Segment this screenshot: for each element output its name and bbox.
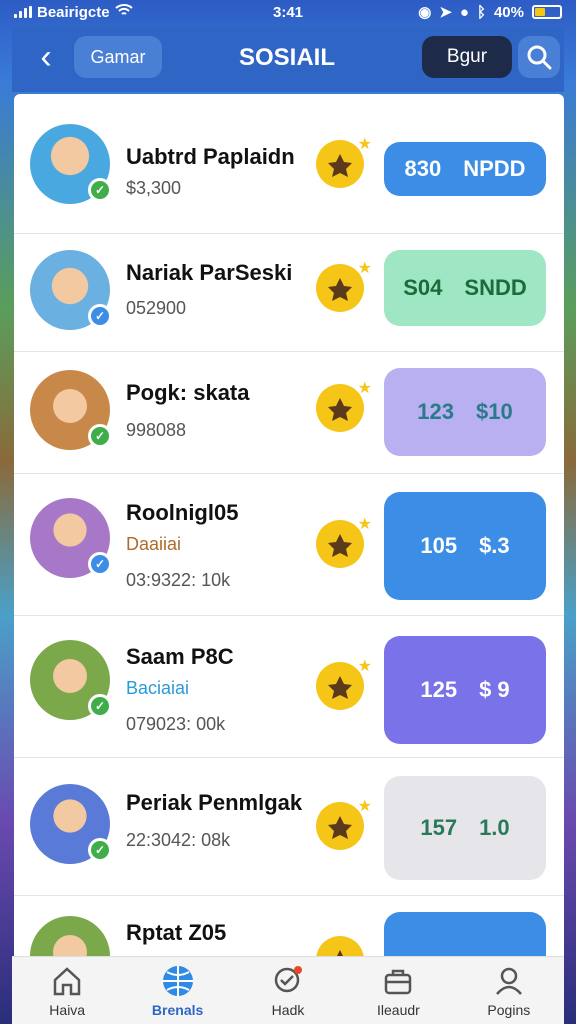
status-bar: Beairigcte 3:41 ◉ ➤ ● ᛒ 40% bbox=[0, 0, 576, 24]
player-tag: Daaiiai bbox=[126, 534, 182, 554]
action-button[interactable]: 105 $.3 bbox=[384, 492, 546, 600]
player-stat: 998088 bbox=[126, 420, 187, 440]
list-item[interactable]: Rptat Z05 bbox=[14, 896, 564, 964]
avatar[interactable]: ✓ bbox=[30, 640, 112, 720]
tab-label: Ileaudr bbox=[377, 1001, 420, 1018]
player-tag: Baciaiai bbox=[126, 678, 190, 698]
action-label: SNDD bbox=[464, 275, 527, 300]
battery-label: 40% bbox=[493, 3, 524, 21]
action-value: 125 bbox=[420, 677, 458, 702]
player-name: Roolnigl05 bbox=[126, 500, 239, 525]
page-title: SOSIAIL bbox=[238, 44, 335, 71]
medal-icon: ★ bbox=[316, 380, 372, 432]
medal-icon: ★ bbox=[316, 516, 372, 568]
verified-badge-icon: ✓ bbox=[88, 838, 112, 862]
clock: 3:41 bbox=[272, 3, 304, 21]
user-icon bbox=[492, 964, 526, 998]
tab-store[interactable]: Ileaudr bbox=[343, 957, 453, 1024]
player-name: Uabtrd Paplaidn bbox=[126, 144, 295, 169]
action-button[interactable]: 830 NPDD bbox=[384, 142, 546, 196]
action-label: $.3 bbox=[479, 533, 510, 558]
avatar[interactable]: ✓ bbox=[30, 250, 112, 330]
medal-icon: ★ bbox=[316, 136, 372, 188]
chat-icon bbox=[271, 964, 305, 998]
search-icon bbox=[527, 45, 552, 70]
medal-icon: ★ bbox=[316, 658, 372, 710]
player-stat: 03:9322: 10k bbox=[126, 570, 231, 590]
globe-icon bbox=[161, 964, 195, 998]
verified-badge-icon: ✓ bbox=[88, 424, 112, 448]
battery-icon bbox=[532, 5, 562, 19]
action-button[interactable]: 125 $ 9 bbox=[384, 636, 546, 744]
tab-label: Pogins bbox=[487, 1001, 531, 1018]
app-header: ‹ Gamar SOSIAIL Bgur bbox=[12, 26, 564, 92]
medal-icon: ★ bbox=[316, 798, 372, 850]
tab-browse[interactable]: Brenals bbox=[122, 957, 232, 1024]
tab-home[interactable]: Haiva bbox=[12, 957, 122, 1024]
action-label: NPDD bbox=[463, 156, 526, 181]
action-button[interactable]: 157 1.0 bbox=[384, 776, 546, 880]
alarm-icon: ◉ bbox=[418, 4, 432, 21]
bag-icon bbox=[381, 964, 415, 998]
tab-label: Brenals bbox=[151, 1001, 204, 1018]
action-button[interactable]: 123 $10 bbox=[384, 368, 546, 456]
list-item[interactable]: ✓ Nariak ParSeski 052900 ★ S04 SNDD bbox=[14, 234, 564, 352]
tab-chat[interactable]: Hadk bbox=[233, 957, 343, 1024]
list-item[interactable]: ✓ Saam P8C Baciaiai 079023: 00k ★ 125 $ … bbox=[14, 616, 564, 758]
back-button[interactable]: ‹ bbox=[28, 40, 64, 76]
list-item[interactable]: ✓ Uabtrd Paplaidn $3,300 ★ 830 NPDD bbox=[14, 94, 564, 234]
player-name: Periak Penmlgak bbox=[126, 790, 303, 815]
player-stat: 079023: 00k bbox=[126, 714, 226, 734]
action-button[interactable]: S04 SNDD bbox=[384, 250, 546, 326]
search-button[interactable] bbox=[518, 36, 560, 78]
list-item[interactable]: ✓ Roolnigl05 Daaiiai 03:9322: 10k ★ 105 … bbox=[14, 474, 564, 616]
player-stat: $3,300 bbox=[126, 178, 182, 198]
player-name: Pogk: skata bbox=[126, 380, 250, 405]
signal-icon bbox=[14, 6, 32, 18]
bluetooth-icon: ᛒ bbox=[476, 3, 486, 21]
list-item[interactable]: ✓ Periak Penmlgak 22:3042: 08k ★ 157 1.0 bbox=[14, 758, 564, 896]
player-name: Rptat Z05 bbox=[126, 920, 227, 945]
medal-icon: ★ bbox=[316, 260, 372, 312]
verified-badge-icon: ✓ bbox=[88, 694, 112, 718]
player-stat: 22:3042: 08k bbox=[126, 830, 231, 850]
avatar[interactable]: ✓ bbox=[30, 124, 112, 204]
avatar[interactable]: ✓ bbox=[30, 498, 112, 578]
action-label: $ 9 bbox=[479, 677, 510, 702]
home-icon bbox=[50, 964, 84, 998]
tab-profile[interactable]: Pogins bbox=[454, 957, 564, 1024]
verified-badge-icon: ✓ bbox=[88, 178, 112, 202]
tab-label: Hadk bbox=[271, 1001, 305, 1018]
social-list: ✓ Uabtrd Paplaidn $3,300 ★ 830 NPDD ✓ Na… bbox=[14, 94, 564, 964]
player-name: Nariak ParSeski bbox=[126, 260, 293, 285]
list-item[interactable]: ✓ Pogk: skata 998088 ★ 123 $10 bbox=[14, 352, 564, 474]
action-label: 1.0 bbox=[479, 815, 510, 840]
action-value: 123 bbox=[417, 399, 454, 424]
action-value: 105 bbox=[420, 533, 458, 558]
location-icon: ➤ bbox=[439, 4, 452, 21]
avatar[interactable]: ✓ bbox=[30, 784, 112, 864]
action-value: 157 bbox=[420, 815, 458, 840]
dot-icon: ● bbox=[459, 3, 469, 21]
action-value: S04 bbox=[403, 275, 443, 300]
games-pill-button[interactable]: Gamar bbox=[74, 36, 162, 78]
carrier-label: Beairigcte bbox=[37, 3, 110, 21]
tab-label: Haiva bbox=[49, 1001, 86, 1018]
bottom-tab-bar: Haiva Brenals Hadk Ileaudr Pogins bbox=[12, 956, 564, 1024]
action-value: 830 bbox=[404, 156, 442, 181]
action-label: $10 bbox=[476, 399, 513, 424]
avatar[interactable]: ✓ bbox=[30, 370, 112, 450]
player-stat: 052900 bbox=[126, 298, 187, 318]
wifi-icon bbox=[114, 3, 133, 21]
verified-badge-icon: ✓ bbox=[88, 304, 112, 328]
player-name: Saam P8C bbox=[126, 644, 234, 669]
header-action-button[interactable]: Bgur bbox=[422, 36, 512, 78]
verified-badge-icon: ✓ bbox=[88, 552, 112, 576]
